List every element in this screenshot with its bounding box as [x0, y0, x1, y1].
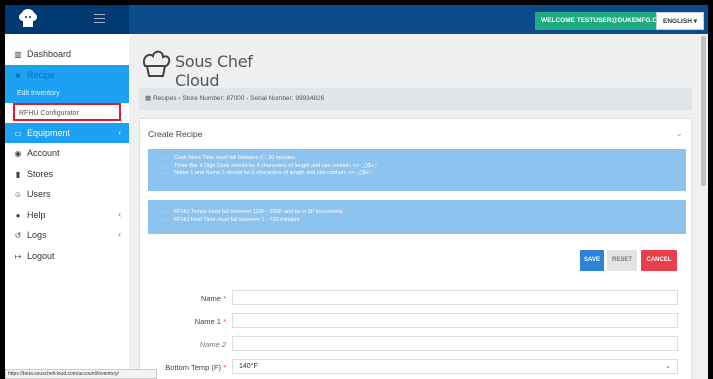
sidebar-subitem-edit-inventory[interactable]: Edit Inventory — [5, 85, 129, 103]
sidebar-item-label: Help — [27, 210, 46, 220]
sidebar-item-account[interactable]: ◉ Account — [5, 143, 129, 163]
info-panel-2: RFHU Temps must fall between 110F - 200F… — [148, 200, 686, 234]
sidebar-item-label: Dashboard — [27, 49, 72, 59]
name1-input[interactable] — [232, 313, 678, 328]
bottom-temp-value: 140°F — [239, 363, 258, 370]
app-window: WELCOME TESTUSER@DUKEMFG.COM! ▾ ENGLISH … — [5, 5, 708, 379]
brand-header: Sous Chef Cloud — [139, 46, 299, 90]
language-dropdown[interactable]: ENGLISH ▾ — [656, 12, 704, 30]
sidebar-item-label: Logout — [27, 251, 55, 261]
user-circle-icon: ◉ — [14, 149, 22, 158]
sidebar-item-label: Users — [27, 189, 51, 199]
info-line: Name 1 and Name 2 should be 6 characters… — [174, 170, 686, 178]
save-button[interactable]: SAVE — [580, 250, 604, 271]
name-input[interactable] — [232, 290, 678, 305]
collapse-chevron-icon[interactable]: ⌄ — [675, 128, 683, 139]
sidebar-item-label: Edit Inventory — [17, 90, 60, 97]
breadcrumb: ▦ Recipes › Store Number: 87000 - Serial… — [139, 88, 692, 110]
main-content: Sous Chef Cloud ▦ Recipes › Store Number… — [129, 34, 699, 379]
name1-label: Name 1 * — [194, 317, 226, 326]
users-icon: ☺ — [13, 190, 23, 199]
book-icon: ■ — [15, 71, 21, 80]
chef-hat-logo-icon[interactable] — [17, 8, 39, 30]
name2-label: Name 2 — [199, 340, 226, 349]
sidebar-item-logout[interactable]: ↦ Logout — [5, 246, 129, 266]
store-icon: ▮ — [15, 170, 21, 179]
cancel-button[interactable]: CANCEL — [641, 250, 677, 271]
sidebar-item-equipment[interactable]: ▭ Equipment ‹ — [5, 123, 129, 143]
sidebar-subitem-rfhu-configurator[interactable]: RFHU Configurator — [13, 103, 121, 121]
info-panel-1: Cook More Time must fall between 0 - 30 … — [148, 149, 686, 191]
chevron-left-icon: ‹ — [118, 128, 121, 137]
sidebar: ▥ Dashboard ■ Recipe Edit Inventory RFHU C… — [5, 34, 129, 379]
sidebar-item-label: Equipment — [27, 128, 71, 138]
scrollbar-thumb[interactable] — [701, 36, 706, 186]
sidebar-item-label: RFHU Configurator — [19, 110, 79, 117]
brand-name: Sous Chef Cloud — [175, 52, 253, 90]
logout-icon: ↦ — [14, 252, 22, 261]
info-line: RFHU Hold Time must fall between 1 - 720… — [174, 217, 686, 225]
create-recipe-card: Create Recipe ⌄ Cook More Time must fall… — [139, 118, 692, 379]
breadcrumb-root-link[interactable]: Recipes — [153, 95, 176, 102]
hamburger-menu-icon[interactable] — [94, 14, 105, 23]
chevron-left-icon: ‹ — [118, 210, 121, 219]
page-scrollbar[interactable] — [699, 34, 708, 379]
history-icon: ↺ — [14, 231, 22, 240]
status-url-bar: https://beta.souschefcloud.com/account/i… — [5, 369, 157, 379]
sidebar-item-label: Logs — [27, 230, 47, 240]
sidebar-item-dashboard[interactable]: ▥ Dashboard — [5, 44, 129, 64]
monitor-icon: ▭ — [14, 129, 22, 138]
sidebar-item-label: Recipe — [27, 70, 56, 80]
reset-button[interactable]: RESET — [607, 250, 637, 271]
sidebar-item-stores[interactable]: ▮ Stores — [5, 164, 129, 184]
bar-chart-icon: ▥ — [14, 50, 22, 59]
info-line: RFHU Temps must fall between 110F - 200F… — [174, 209, 686, 217]
chevron-left-icon: ‹ — [118, 230, 121, 239]
user-menu-label: WELCOME TESTUSER@DUKEMFG.COM! — [541, 17, 670, 24]
sidebar-item-logs[interactable]: ↺ Logs ‹ — [5, 225, 129, 245]
sidebar-item-label: Stores — [27, 169, 54, 179]
chevron-down-icon: ⌄ — [665, 363, 671, 370]
logo-area — [5, 5, 129, 34]
chef-logo-icon — [143, 50, 171, 77]
name2-input[interactable] — [232, 336, 678, 351]
sidebar-item-label: Account — [27, 148, 60, 158]
name-label: Name * — [200, 294, 226, 303]
sidebar-item-users[interactable]: ☺ Users — [5, 184, 129, 204]
info-line: Cook More Time must fall between 0 - 30 … — [174, 155, 686, 163]
language-label: ENGLISH — [663, 18, 692, 25]
bottom-temp-select[interactable]: 140°F ⌄ — [232, 359, 678, 374]
breadcrumb-current: Store Number: 87000 - Serial Number: 999… — [182, 95, 325, 102]
card-title: Create Recipe — [148, 129, 203, 139]
top-navbar: WELCOME TESTUSER@DUKEMFG.COM! ▾ ENGLISH … — [5, 5, 708, 34]
sidebar-item-recipe[interactable]: ■ Recipe — [5, 65, 129, 85]
table-icon: ▦ — [145, 95, 152, 102]
sidebar-item-help[interactable]: ● Help ‹ — [5, 205, 129, 225]
info-line: Timer Bar 4 Digit Code should be 4 chara… — [174, 163, 686, 171]
help-icon: ● — [15, 211, 21, 220]
